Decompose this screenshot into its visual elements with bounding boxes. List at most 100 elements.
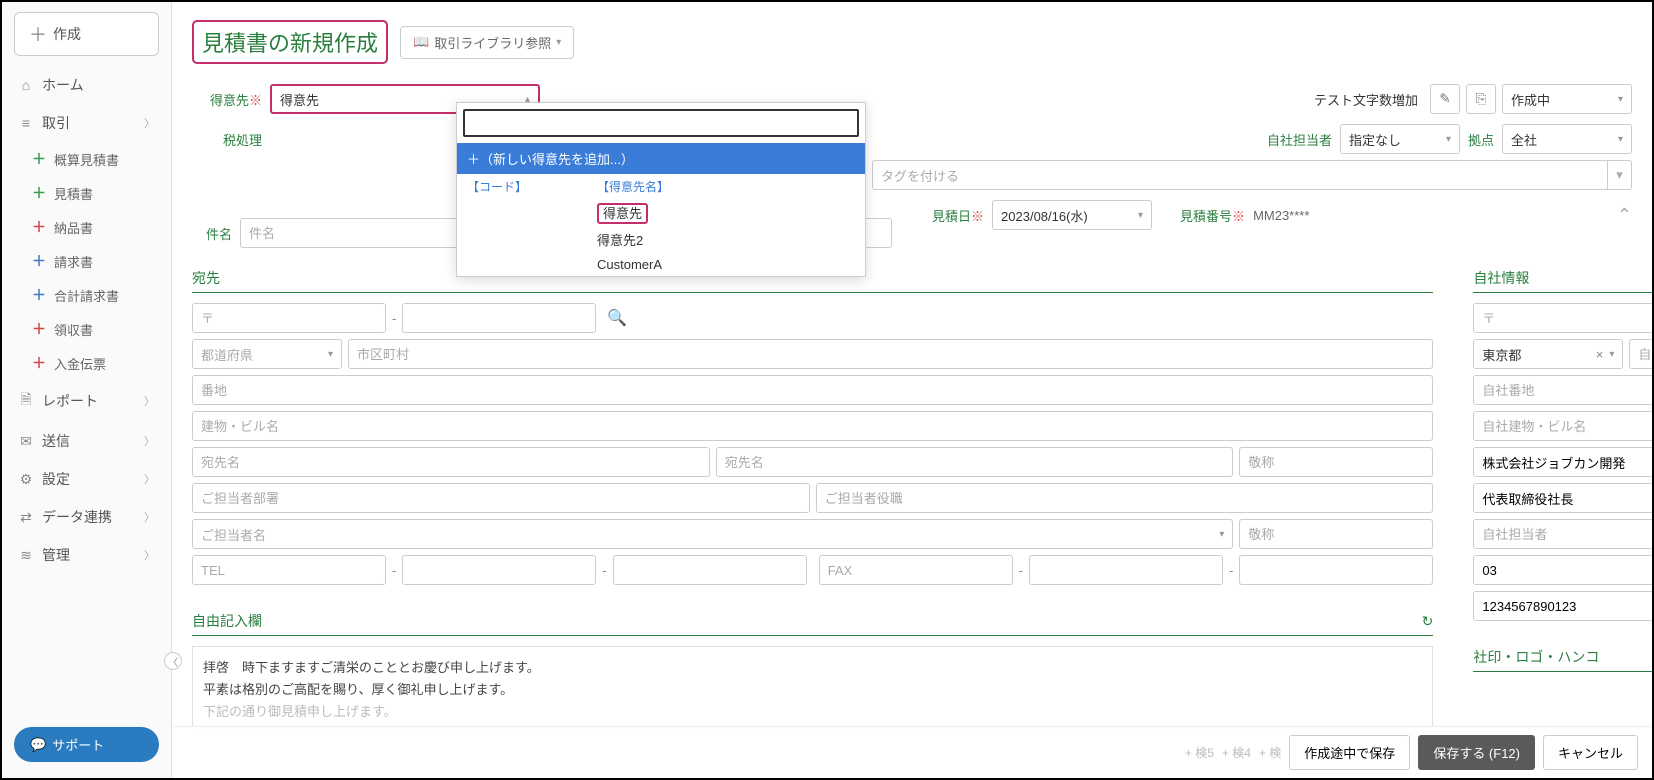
tag-dropdown-button[interactable]: ▾	[1607, 161, 1631, 189]
customer-dropdown-panel: ＋（新しい得意先を追加...） 【コード】 【得意先名】 得意先 得意先2 Cu…	[456, 102, 866, 277]
add-rows-5[interactable]: + 検5	[1185, 744, 1214, 761]
nav-report[interactable]: 🗎レポート〉	[2, 380, 171, 422]
add-rows-4[interactable]: + 検4	[1222, 744, 1251, 761]
sub-delivery[interactable]: ＋納品書	[2, 210, 171, 244]
chevron-right-icon: 〉	[144, 547, 155, 563]
tel-3[interactable]	[613, 555, 807, 585]
dd-header-name: 【得意先名】	[587, 178, 679, 195]
caret-down-icon: ▾	[556, 37, 561, 48]
sub-invoice[interactable]: ＋請求書	[2, 244, 171, 278]
dd-option-2[interactable]: CustomerA	[457, 253, 865, 276]
co-city-input[interactable]	[1629, 339, 1652, 369]
addr-building-input[interactable]	[192, 411, 1433, 441]
co-pref-dropdown[interactable]: 東京都 × ▾	[1473, 339, 1623, 369]
nav-send[interactable]: ✉送信〉	[2, 422, 171, 460]
cancel-button[interactable]: キャンセル	[1543, 735, 1638, 770]
plus-icon: ＋	[32, 319, 46, 339]
estimate-no-value: MM23****	[1253, 208, 1309, 223]
duplicate-button[interactable]: ⎘	[1466, 84, 1496, 114]
addr-honorific2-input[interactable]	[1239, 519, 1433, 549]
plus-icon: ＋	[32, 353, 46, 373]
collapse-section-icon[interactable]: ⌃	[1617, 205, 1632, 226]
co-tel-1[interactable]	[1473, 555, 1652, 585]
sub-rough-estimate[interactable]: ＋概算見積書	[2, 142, 171, 176]
tel-2[interactable]	[402, 555, 596, 585]
nav-home[interactable]: ⌂ ホーム	[2, 66, 171, 104]
addr-role-input[interactable]	[816, 483, 1434, 513]
assignee-label: 自社担当者	[1267, 130, 1332, 149]
plus-icon: ＋	[32, 285, 46, 305]
add-rows-3[interactable]: + 検	[1259, 744, 1281, 761]
fax-3[interactable]	[1239, 555, 1433, 585]
layers-icon: ≋	[18, 547, 34, 564]
co-name1-input[interactable]	[1473, 447, 1652, 477]
postal-search-icon[interactable]: 🔍	[602, 303, 632, 333]
save-button[interactable]: 保存する (F12)	[1418, 735, 1535, 770]
mail-icon: ✉	[18, 433, 34, 450]
book-icon: 📖	[413, 34, 429, 50]
fax-label[interactable]	[819, 555, 1013, 585]
customer-label: 得意先※	[192, 90, 262, 109]
base-dropdown[interactable]: 全社 ▾	[1502, 124, 1632, 154]
edit-button[interactable]: ✎	[1430, 84, 1460, 114]
addr-name2-input[interactable]	[716, 447, 1234, 477]
create-button[interactable]: ＋ 作成	[14, 12, 159, 56]
chevron-right-icon: 〉	[144, 115, 155, 131]
nav-admin[interactable]: ≋管理〉	[2, 536, 171, 574]
addr-honorific-input[interactable]	[1239, 447, 1433, 477]
sub-receipt[interactable]: ＋領収書	[2, 312, 171, 346]
co-reg-no[interactable]	[1473, 591, 1652, 621]
chat-icon: 💬	[30, 737, 46, 753]
caret-down-icon: ▾	[1618, 94, 1623, 105]
co-street-input[interactable]	[1473, 375, 1652, 405]
sub-payment-slip[interactable]: ＋入金伝票	[2, 346, 171, 380]
refresh-icon[interactable]: ↻	[1422, 613, 1434, 630]
caret-down-icon: ▾	[1609, 349, 1614, 360]
co-title-input[interactable]	[1473, 483, 1652, 513]
library-reference-button[interactable]: 📖 取引ライブラリ参照 ▾	[400, 26, 574, 59]
status-dropdown[interactable]: 作成中 ▾	[1502, 84, 1632, 114]
fax-2[interactable]	[1029, 555, 1223, 585]
tag-input[interactable]: タグを付ける ▾	[872, 160, 1632, 190]
dd-option-1[interactable]: 得意先2	[457, 226, 865, 253]
nav-data-link[interactable]: ⇄データ連携〉	[2, 498, 171, 536]
sidebar: ＋ 作成 ⌂ ホーム ≡ 取引 〉 ＋概算見積書 ＋見積書 ＋納品書 ＋請求書 …	[2, 2, 172, 778]
addr-pref-dropdown[interactable]: 都道府県▾	[192, 339, 342, 369]
caret-down-icon: ▾	[1446, 134, 1451, 145]
nav-settings[interactable]: ⚙設定〉	[2, 460, 171, 498]
free-text-body[interactable]: 拝啓 時下ますますご清栄のこととお慶び申し上げます。 平素は格別のご高配を賜り、…	[192, 646, 1433, 734]
tel-label[interactable]	[192, 555, 386, 585]
stamps-title: 社印・ロゴ・ハンコ	[1473, 647, 1652, 672]
addr-city-input[interactable]	[348, 339, 1433, 369]
plus-icon: ＋	[32, 149, 46, 169]
estimate-date-label: 見積日※	[932, 206, 984, 225]
addr-postal-1[interactable]	[192, 303, 386, 333]
addr-dept-input[interactable]	[192, 483, 810, 513]
sub-total-invoice[interactable]: ＋合計請求書	[2, 278, 171, 312]
clear-icon[interactable]: ×	[1596, 347, 1610, 362]
addr-postal-2[interactable]	[402, 303, 596, 333]
nav-transactions[interactable]: ≡ 取引 〉	[2, 104, 171, 142]
chevron-right-icon: 〉	[144, 433, 155, 449]
addr-person-dropdown[interactable]: ご担当者名▾	[192, 519, 1233, 549]
sync-icon: ⇄	[18, 509, 34, 526]
caret-down-icon: ▾	[1618, 134, 1623, 145]
assignee-dropdown[interactable]: 指定なし ▾	[1340, 124, 1460, 154]
sidebar-collapse-button[interactable]: 〈	[164, 652, 182, 670]
dd-header-code: 【コード】	[457, 178, 587, 195]
co-building-input[interactable]	[1473, 411, 1652, 441]
support-button[interactable]: 💬 サポート	[14, 727, 159, 762]
customer-search-input[interactable]	[463, 109, 859, 137]
addr-name1-input[interactable]	[192, 447, 710, 477]
dd-option-0[interactable]: 得意先	[457, 199, 865, 226]
estimate-date-input[interactable]: 2023/08/16(水) ▾	[992, 200, 1152, 230]
co-postal-1[interactable]	[1473, 303, 1652, 333]
addr-street-input[interactable]	[192, 375, 1433, 405]
co-assignee-input[interactable]	[1473, 519, 1652, 549]
tax-label: 税処理	[192, 130, 262, 149]
sub-estimate[interactable]: ＋見積書	[2, 176, 171, 210]
pencil-icon: ✎	[1439, 91, 1450, 107]
save-draft-button[interactable]: 作成途中で保存	[1289, 735, 1410, 770]
base-label: 拠点	[1468, 130, 1494, 149]
add-customer-option[interactable]: ＋（新しい得意先を追加...）	[457, 143, 865, 174]
